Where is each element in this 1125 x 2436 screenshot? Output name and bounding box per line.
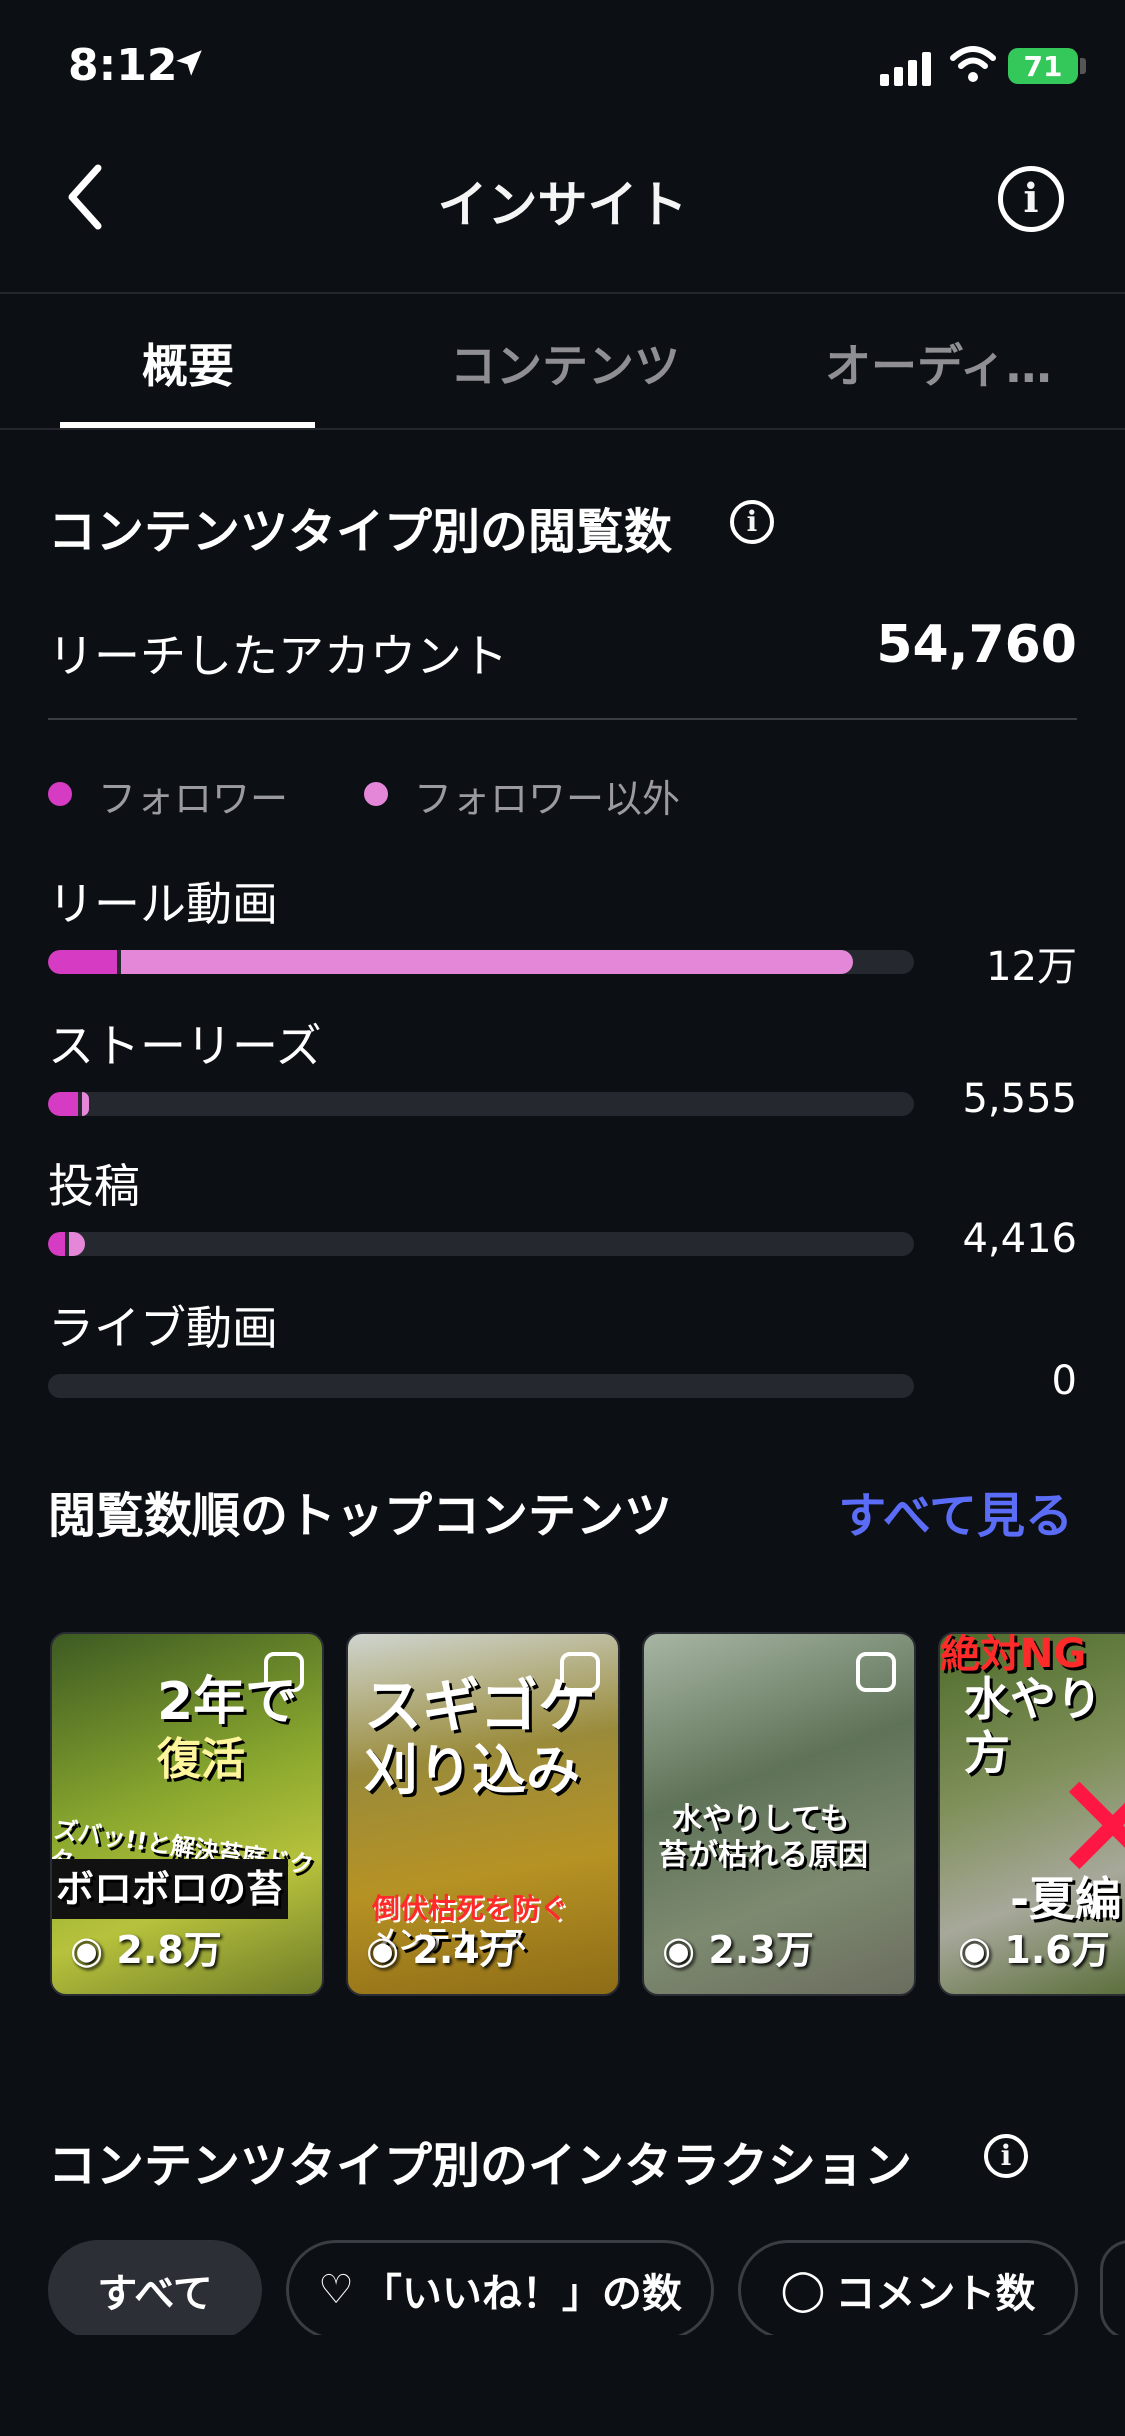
status-time: 8:12	[68, 40, 178, 91]
view-count-value: 1.6万	[1004, 1928, 1110, 1972]
filter-chip-comments[interactable]: ◯ コメント数	[738, 2240, 1078, 2340]
thumbnail-caption: 絶対NG	[940, 1632, 1087, 1677]
wifi-icon	[950, 46, 996, 82]
interactions-info-icon[interactable]: i	[984, 2134, 1028, 2178]
interactions-section-title: コンテンツタイプ別のインタラクション	[48, 2138, 913, 2194]
follower-bar-segment	[48, 1092, 78, 1116]
top-content-thumbnail[interactable]: 2年で 復活 ズバッ!!と解決苔庭ドクター ボロボロの苔 ◉ 2.8万	[50, 1632, 324, 1996]
location-arrow-icon	[176, 50, 202, 76]
reach-divider	[48, 718, 1077, 720]
thumbnail-caption: 復活	[157, 1734, 245, 1785]
category-value: 0	[1051, 1358, 1077, 1404]
battery-level: 71	[1023, 49, 1063, 83]
see-all-link[interactable]: すべて見る	[838, 1476, 1073, 1546]
view-count-value: 2.3万	[708, 1928, 814, 1972]
chip-label: コメント数	[835, 2271, 1036, 2317]
nonfollower-bar-segment	[121, 950, 853, 974]
top-content-thumbnail[interactable]: スギゴケ 刈り込み 倒伏枯死を防ぐ メンテナンス ◉ 2.4万	[346, 1632, 620, 1996]
views-bar-track	[48, 950, 914, 974]
filter-chip-likes[interactable]: ♡ 「いいね！」の数	[286, 2240, 714, 2340]
tabs-divider	[0, 428, 1125, 430]
thumbnail-caption: -夏編	[1010, 1872, 1122, 1926]
filter-chip-all[interactable]: すべて	[48, 2240, 262, 2340]
thumbnail-caption: 水やりしても	[672, 1802, 850, 1837]
category-label: リール動画	[48, 877, 278, 931]
views-bar-track	[48, 1374, 914, 1398]
chip-label: すべて	[97, 2271, 213, 2317]
category-value: 4,416	[962, 1216, 1077, 1262]
nonfollower-bar-segment	[82, 1092, 89, 1116]
views-bar-track	[48, 1232, 914, 1256]
category-label: ライブ動画	[48, 1301, 278, 1355]
reach-value: 54,760	[876, 615, 1077, 675]
header-divider	[0, 292, 1125, 294]
reel-icon	[856, 1652, 896, 1692]
legend-nonfollower-dot	[364, 782, 388, 806]
battery-tip	[1080, 58, 1086, 74]
nonfollower-bar-segment	[69, 1232, 85, 1256]
info-icon[interactable]: i	[998, 166, 1064, 232]
tab-overview[interactable]: 概要	[142, 330, 234, 396]
chip-label: 「いいね！」の数	[361, 2271, 682, 2317]
filter-chip-more[interactable]	[1100, 2240, 1125, 2340]
reach-label: リーチしたアカウント	[48, 629, 508, 683]
category-label: 投稿	[48, 1159, 140, 1213]
top-content-title: 閲覧数順のトップコンテンツ	[48, 1488, 673, 1544]
thumbnail-caption: 苔が枯れる原因	[658, 1838, 868, 1873]
heart-icon: ♡	[318, 2267, 354, 2313]
category-value: 12万	[986, 944, 1077, 990]
cellular-signal-icon	[880, 52, 931, 86]
view-count-value: 2.8万	[116, 1928, 222, 1972]
view-count-value: 2.4万	[412, 1928, 518, 1972]
views-info-icon[interactable]: i	[730, 500, 774, 544]
thumbnail-caption: スギゴケ	[364, 1672, 597, 1740]
comment-bubble-icon: ◯	[780, 2267, 826, 2313]
view-count: ◉ 1.6万	[958, 1928, 1110, 1972]
follower-bar-segment	[48, 1232, 65, 1256]
views-bar-track	[48, 1092, 914, 1116]
page-title: インサイト	[437, 176, 688, 234]
view-count: ◉ 2.4万	[366, 1928, 518, 1972]
view-count: ◉ 2.3万	[662, 1928, 814, 1972]
thumbnail-caption: 刈り込み	[364, 1739, 580, 1802]
view-count: ◉ 2.8万	[70, 1928, 222, 1972]
battery-indicator: 71	[1008, 48, 1078, 84]
views-section-title: コンテンツタイプ別の閲覧数	[48, 504, 673, 560]
bottom-fade	[0, 2335, 1125, 2436]
top-content-thumbnail[interactable]: 水やりしても 苔が枯れる原因 ◉ 2.3万	[642, 1632, 916, 1996]
category-label: ストーリーズ	[48, 1019, 322, 1073]
category-value: 5,555	[962, 1076, 1077, 1122]
tab-content[interactable]: コンテンツ	[450, 330, 680, 396]
thumbnail-caption: 2年で	[157, 1672, 298, 1732]
thumbnail-caption: ボロボロの苔	[52, 1859, 289, 1919]
legend-follower-label: フォロワー	[98, 777, 289, 821]
legend-nonfollower-label: フォロワー以外	[414, 777, 681, 821]
follower-bar-segment	[48, 950, 117, 974]
legend-follower-dot	[48, 782, 72, 806]
top-content-thumbnail[interactable]: 絶対NG 水やり方 ✕ -夏編 ◉ 1.6万	[938, 1632, 1125, 1996]
tab-audience[interactable]: オーディ…	[825, 330, 1052, 396]
